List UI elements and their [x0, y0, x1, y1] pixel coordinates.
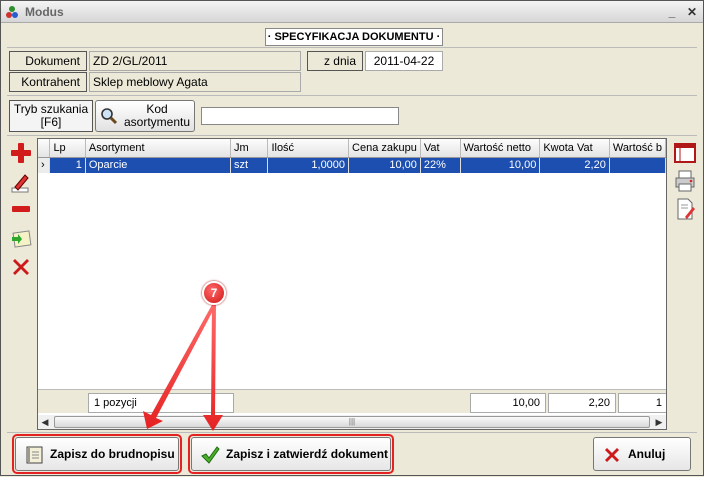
vat-total: 2,20	[548, 393, 616, 413]
cell-ilosc: 1,0000	[267, 157, 350, 173]
cancel-x-icon	[605, 448, 619, 462]
app-window: Modus _ ✕ · SPECYFIKACJA DOKUMENTU · Dok…	[0, 0, 704, 476]
cell-lp: 1	[49, 157, 86, 173]
cancel-button[interactable]: Anuluj	[593, 437, 691, 471]
divider	[7, 47, 697, 48]
item-code-search-button[interactable]: Kod asortymentu	[95, 100, 195, 132]
table-row[interactable]: › 1 Oparcie szt 1,0000 10,00 22% 10,00 2…	[38, 157, 666, 173]
column-cena[interactable]: Cena zakupu	[348, 139, 421, 158]
table-view-icon[interactable]	[673, 141, 697, 165]
cell-kwota-vat: 2,20	[539, 157, 610, 173]
divider	[7, 432, 697, 433]
item-count: 1 pozycji	[88, 393, 234, 413]
edit-icon[interactable]	[9, 171, 33, 195]
minimize-icon[interactable]: _	[665, 5, 679, 19]
date-label: z dnia	[307, 51, 363, 71]
highlight-save-confirm	[188, 434, 394, 474]
cell-netto: 10,00	[460, 157, 541, 173]
column-netto[interactable]: Wartość netto	[460, 139, 541, 158]
search-input[interactable]	[201, 107, 399, 125]
delete-icon[interactable]	[9, 255, 33, 279]
remove-icon[interactable]	[9, 197, 33, 221]
cell-brutto	[609, 157, 666, 173]
document-edit-icon[interactable]	[673, 197, 697, 221]
scrollbar-thumb[interactable]: |||	[54, 416, 650, 428]
scroll-right-icon[interactable]: ▶	[652, 415, 666, 429]
cell-vat: 22%	[420, 157, 461, 173]
column-indicator[interactable]	[38, 139, 51, 158]
column-kwota-vat[interactable]: Kwota Vat	[539, 139, 610, 158]
close-icon[interactable]: ✕	[685, 5, 699, 19]
column-asortyment[interactable]: Asortyment	[85, 139, 232, 158]
divider	[7, 135, 697, 136]
contractor-field[interactable]: Sklep meblowy Agata	[89, 72, 301, 92]
scroll-left-icon[interactable]: ◀	[38, 415, 52, 429]
items-grid[interactable]: Lp Asortyment Jm Ilość Cena zakupu Vat W…	[37, 138, 667, 430]
annotation-badge: 7	[202, 281, 226, 305]
highlight-save-draft	[12, 434, 182, 474]
app-logo-icon	[6, 6, 18, 18]
brutto-total: 1	[618, 393, 666, 413]
column-jm[interactable]: Jm	[230, 139, 269, 158]
column-ilosc[interactable]: Ilość	[267, 139, 350, 158]
section-title: · SPECYFIKACJA DOKUMENTU ·	[265, 28, 443, 46]
cell-asortyment: Oparcie	[85, 157, 232, 173]
cancel-label: Anuluj	[628, 447, 666, 461]
row-indicator: ›	[38, 157, 51, 173]
divider	[7, 95, 697, 96]
horizontal-scrollbar[interactable]: ◀ ||| ▶	[38, 415, 666, 429]
copy-document-icon[interactable]	[9, 227, 33, 251]
add-icon[interactable]	[9, 141, 33, 165]
print-icon[interactable]	[673, 169, 697, 193]
table-header: Lp Asortyment Jm Ilość Cena zakupu Vat W…	[38, 139, 666, 158]
contractor-label: Kontrahent	[9, 72, 87, 92]
column-vat[interactable]: Vat	[420, 139, 461, 158]
netto-total: 10,00	[470, 393, 546, 413]
column-lp[interactable]: Lp	[49, 139, 86, 158]
document-date-field[interactable]: 2011-04-22	[365, 51, 443, 71]
search-mode-shortcut: [F6]	[40, 115, 62, 129]
cell-jm: szt	[230, 157, 269, 173]
window-title: Modus	[25, 5, 64, 19]
search-mode-label: Tryb szukania	[13, 102, 89, 116]
search-button-label: Kod	[146, 102, 168, 116]
search-mode-button[interactable]: Tryb szukania [F6]	[9, 100, 93, 132]
document-number-field[interactable]: ZD 2/GL/2011	[89, 51, 301, 71]
grid-footer: 1 pozycji 10,00 2,20 1	[38, 389, 666, 413]
items-table: Lp Asortyment Jm Ilość Cena zakupu Vat W…	[38, 139, 666, 173]
search-button-sublabel: asortymentu	[123, 115, 191, 129]
cell-cena: 10,00	[348, 157, 421, 173]
title-bar: Modus _ ✕	[1, 1, 703, 23]
magnifier-icon	[101, 108, 118, 125]
column-brutto[interactable]: Wartość b	[609, 139, 666, 158]
document-label: Dokument	[9, 51, 87, 71]
